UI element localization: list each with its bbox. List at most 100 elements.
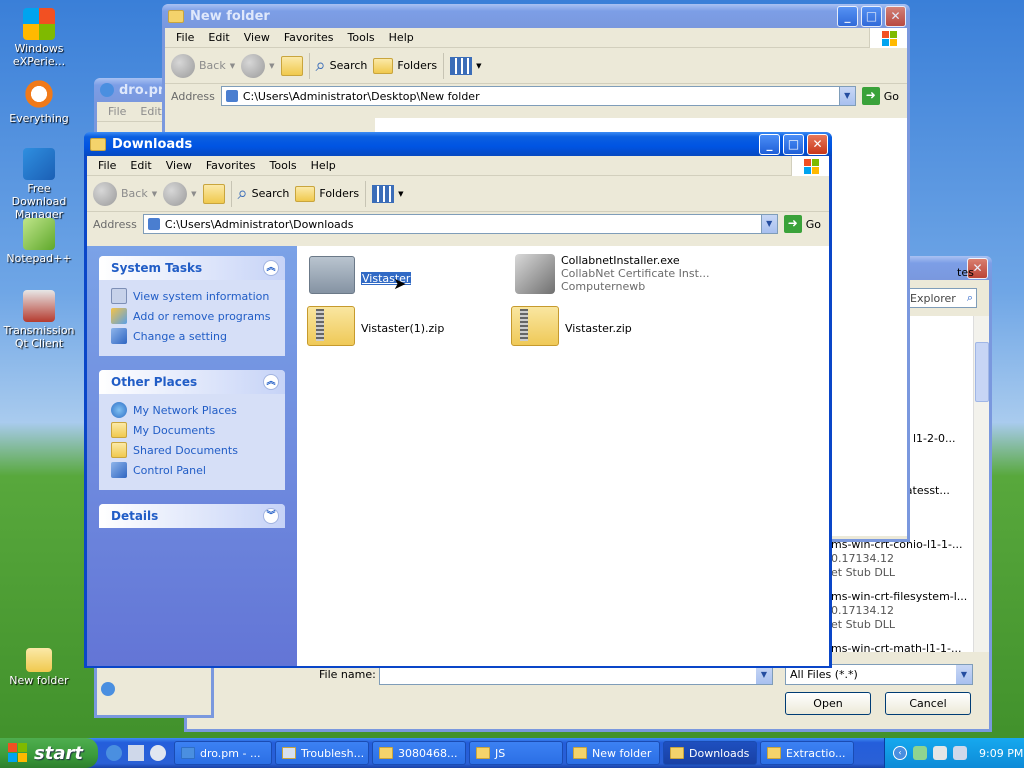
menu-edit[interactable]: Edit <box>201 31 236 44</box>
security-icon[interactable] <box>933 746 947 760</box>
link-control-panel[interactable]: Control Panel <box>111 460 285 480</box>
other-places-header[interactable]: Other Places ︽ <box>99 370 285 394</box>
up-folder-button[interactable] <box>280 55 303 76</box>
expand-chevron-icon[interactable]: ︾ <box>263 508 279 524</box>
menu-help[interactable]: Help <box>382 31 421 44</box>
my-documents-icon <box>111 422 127 438</box>
menu-favorites[interactable]: Favorites <box>277 31 341 44</box>
details-header[interactable]: Details ︾ <box>99 504 285 528</box>
menu-favorites[interactable]: Favorites <box>199 159 263 172</box>
task-downloads[interactable]: Downloads <box>663 741 757 765</box>
panel-title: System Tasks <box>111 261 203 275</box>
folders-label: Folders <box>319 187 360 200</box>
desktop-icon-windows-experience[interactable]: Windows eXPerie... <box>0 8 78 68</box>
menu-view[interactable]: View <box>237 31 277 44</box>
show-desktop-icon[interactable] <box>128 745 144 761</box>
address-input[interactable]: C:\Users\Administrator\Desktop\New folde… <box>220 86 856 106</box>
scroll-thumb[interactable] <box>975 342 989 402</box>
menu-tools[interactable]: Tools <box>263 159 304 172</box>
maximize-button[interactable]: □ <box>861 6 882 27</box>
desktop-icon-free-download-manager[interactable]: Free Download Manager <box>0 148 78 221</box>
desktop-icon-transmission[interactable]: Transmission Qt Client <box>0 290 78 350</box>
folder-icon <box>670 747 684 759</box>
views-icon <box>372 184 395 203</box>
vertical-scrollbar[interactable] <box>973 316 989 652</box>
chevron-down-icon[interactable]: ▼ <box>956 665 972 684</box>
back-button[interactable]: Back ▼ <box>171 53 235 78</box>
file-item-vistaster-folder[interactable]: Vistaster ➤ <box>309 256 412 294</box>
file-item-vistaster1-zip[interactable]: Vistaster(1).zip <box>307 306 444 346</box>
chevron-down-icon[interactable]: ▼ <box>760 215 777 233</box>
search-button[interactable]: ⌕ Search <box>238 183 290 204</box>
task-js[interactable]: JS <box>469 741 563 765</box>
link-change-setting[interactable]: Change a setting <box>111 326 285 346</box>
address-value: C:\Users\Administrator\Desktop\New folde… <box>242 89 480 103</box>
folders-button[interactable]: Folders <box>373 57 437 74</box>
system-tasks-header[interactable]: System Tasks ︽ <box>99 256 285 280</box>
menu-help[interactable]: Help <box>304 159 343 172</box>
go-button[interactable]: ➜ Go <box>782 215 829 233</box>
menu-file[interactable]: File <box>169 31 201 44</box>
desktop-icon-everything[interactable]: Everything <box>0 78 78 125</box>
file-item-collabnet-installer[interactable]: CollabnetInstaller.exe CollabNet Certifi… <box>515 254 709 294</box>
open-button[interactable]: Open <box>785 692 871 715</box>
file-name: Vistaster(1).zip <box>361 322 445 335</box>
system-info-icon <box>111 288 127 304</box>
file-item-vistaster-zip[interactable]: Vistaster.zip <box>511 306 632 346</box>
task-extraction[interactable]: Extractio... <box>760 741 854 765</box>
link-shared-documents[interactable]: Shared Documents <box>111 440 285 460</box>
collapse-chevron-icon[interactable]: ︽ <box>263 260 279 276</box>
menu-tools[interactable]: Tools <box>341 31 382 44</box>
address-input[interactable]: C:\Users\Administrator\Downloads ▼ <box>142 214 778 234</box>
downloads-titlebar[interactable]: Downloads _ □ ✕ <box>84 132 832 156</box>
link-my-network-places[interactable]: My Network Places <box>111 400 285 420</box>
task-label: Troublesh... <box>301 746 365 760</box>
forward-button[interactable]: ▼ <box>241 53 275 78</box>
link-my-documents[interactable]: My Documents <box>111 420 285 440</box>
chevron-down-icon: ▼ <box>476 61 482 70</box>
list-item[interactable]: ms-win-crt-filesystem-l... <box>831 590 967 603</box>
chevron-down-icon[interactable]: ▼ <box>838 87 855 105</box>
collapse-chevron-icon[interactable]: ︽ <box>263 374 279 390</box>
task-3080468[interactable]: 3080468... <box>372 741 466 765</box>
back-button[interactable]: Back ▼ <box>93 181 157 206</box>
start-button[interactable]: start <box>0 738 98 768</box>
ie-icon[interactable] <box>106 745 122 761</box>
task-dro-pm[interactable]: dro.pm - ... <box>174 741 272 765</box>
tray-expand-icon[interactable]: ‹ <box>893 746 907 760</box>
search-box[interactable]: Explorer ⌕ <box>905 288 977 308</box>
minimize-button[interactable]: _ <box>759 134 780 155</box>
cancel-button[interactable]: Cancel <box>885 692 971 715</box>
task-new-folder[interactable]: New folder <box>566 741 660 765</box>
minimize-button[interactable]: _ <box>837 6 858 27</box>
menu-view[interactable]: View <box>159 159 199 172</box>
search-button[interactable]: ⌕ Search <box>316 55 368 76</box>
add-remove-programs-icon <box>111 308 127 324</box>
desktop-icon-notepadpp[interactable]: Notepad++ <box>0 218 78 265</box>
panel-title: Details <box>111 509 159 523</box>
toolbar-separator <box>308 52 310 79</box>
new-folder-titlebar[interactable]: New folder _ □ ✕ <box>162 4 910 28</box>
views-button[interactable]: ▼ <box>450 56 482 75</box>
windows-logo-icon <box>23 8 55 40</box>
close-button[interactable]: ✕ <box>885 6 906 27</box>
list-item-version: 0.17134.12 <box>831 552 894 565</box>
maximize-button[interactable]: □ <box>783 134 804 155</box>
views-button[interactable]: ▼ <box>372 184 404 203</box>
desktop-icon-new-folder[interactable]: New folder <box>0 648 78 687</box>
forward-button[interactable]: ▼ <box>163 181 197 206</box>
list-item[interactable]: ms-win-crt-math-l1-1-... <box>831 642 961 655</box>
folders-button[interactable]: Folders <box>295 185 360 202</box>
menu-file[interactable]: File <box>91 159 123 172</box>
link-view-system-information[interactable]: View system information <box>111 286 285 306</box>
volume-icon[interactable] <box>953 746 967 760</box>
up-folder-button[interactable] <box>202 183 225 204</box>
menu-edit[interactable]: Edit <box>123 159 158 172</box>
close-button[interactable]: ✕ <box>807 134 828 155</box>
link-add-remove-programs[interactable]: Add or remove programs <box>111 306 285 326</box>
task-troubleshoot[interactable]: Troublesh... <box>275 741 369 765</box>
network-icon[interactable] <box>913 746 927 760</box>
go-button[interactable]: ➜ Go <box>860 87 907 105</box>
menu-file[interactable]: File <box>101 105 133 118</box>
media-player-icon[interactable] <box>150 745 166 761</box>
